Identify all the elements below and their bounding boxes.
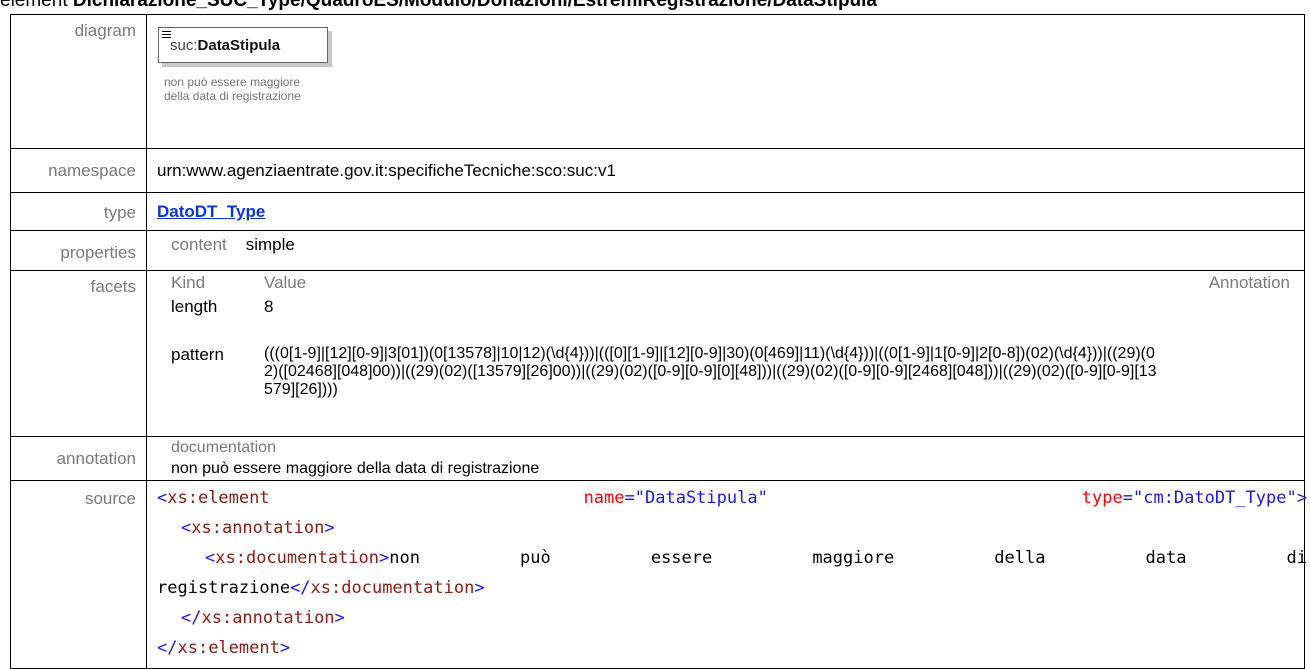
annotation-text: non può essere maggiore della data di re… (171, 460, 540, 477)
type-link[interactable]: DatoDT_Type (157, 202, 265, 221)
row-source: source <xs:element name="DataStipula" ty… (10, 480, 1307, 669)
src-attr-name: name (583, 488, 625, 508)
namespace-value: urn:www.agenziaentrate.gov.it:specifiche… (146, 148, 1305, 193)
annotation-label: documentation (171, 439, 276, 456)
src-doc-text-end: registrazione (157, 578, 291, 598)
row-facets: facets Kind Value Annotation length 8 pa… (10, 270, 1305, 437)
row-properties: properties content simple (10, 230, 1305, 271)
facet-header-kind: Kind (171, 273, 206, 292)
src-tag-annotation-open: xs:annotation (191, 518, 325, 538)
src-tag-documentation-close: xs:documentation (310, 578, 475, 598)
diagram-figure: suc:DataStipula non può essere maggiore … (158, 27, 328, 103)
heading-prefix: element (0, 0, 73, 11)
src-tag-annotation-close: xs:annotation (201, 608, 335, 628)
properties-cell: content simple (146, 230, 1305, 271)
row-type: type DatoDT_Type (10, 192, 1305, 231)
source-line-1: <xs:element name="DataStipula" type="cm:… (157, 488, 1307, 508)
facet-header-value: Value (264, 273, 307, 292)
src-word: non (389, 548, 420, 568)
row-namespace: namespace urn:www.agenziaentrate.gov.it:… (10, 148, 1305, 193)
src-tag-element-open: xs:element (167, 488, 270, 508)
source-line-3: <xs:documentation>non può essere maggior… (157, 543, 1307, 573)
row-annotation: annotation documentation non può essere … (10, 436, 1305, 481)
node-prefix: suc: (170, 37, 198, 54)
row-diagram: diagram suc:DataStipula non può essere m… (10, 14, 1305, 149)
src-val-name: "DataStipula" (634, 488, 768, 508)
facets-cell: Kind Value Annotation length 8 pattern (… (146, 270, 1305, 437)
label-annotation: annotation (10, 436, 147, 481)
source-line-5: </xs:annotation> (181, 608, 345, 628)
source-line-2: <xs:annotation> (181, 518, 335, 538)
label-source: source (10, 480, 147, 669)
prop-key: content (171, 235, 227, 254)
facets-table: Kind Value Annotation length 8 pattern (… (157, 273, 1304, 435)
source-line-6: </xs:element> (157, 638, 291, 658)
src-word: essere (650, 548, 713, 568)
facet-length-kind: length (171, 297, 218, 316)
node-label: suc:DataStipula (170, 37, 280, 54)
facet-pattern-kind: pattern (171, 345, 224, 364)
source-line-4: registrazione</xs:documentation> (157, 578, 485, 598)
src-word: di (1286, 548, 1308, 568)
facet-length-value: 8 (264, 297, 274, 316)
label-facets: facets (10, 270, 147, 437)
label-diagram: diagram (10, 14, 147, 149)
facet-pattern-value: (((0[1-9]|[12][0-9]|3[01])(0[13578]|10|1… (264, 345, 1157, 398)
node-name: DataStipula (197, 37, 281, 54)
diagram-note-line2: della data di registrazione (164, 89, 301, 103)
label-properties: properties (10, 230, 147, 271)
prop-value: simple (245, 235, 295, 254)
src-tag-documentation-open: xs:documentation (215, 548, 380, 568)
src-word: della (994, 548, 1046, 568)
diagram-cell: suc:DataStipula non può essere maggiore … (146, 14, 1305, 149)
element-doc-table: diagram suc:DataStipula non può essere m… (10, 14, 1307, 669)
element-node[interactable]: suc:DataStipula (158, 27, 328, 63)
page-heading: element Dichiarazione_SUC_Type/QuadroES/… (0, 0, 877, 12)
src-word: data (1145, 548, 1187, 568)
label-namespace: namespace (10, 148, 147, 193)
source-code: <xs:element name="DataStipula" type="cm:… (146, 480, 1307, 669)
diagram-note-line1: non può essere maggiore (164, 75, 301, 89)
heading-path: Dichiarazione_SUC_Type/QuadroES/Modulo/D… (72, 0, 877, 11)
facet-header-annotation: Annotation (1208, 273, 1290, 292)
src-tag-element-close: xs:element (177, 638, 280, 658)
src-word: può (520, 548, 551, 568)
diagram-note: non può essere maggiore della data di re… (164, 75, 328, 103)
src-word: maggiore (812, 548, 895, 568)
label-type: type (10, 192, 147, 231)
src-attr-type: type (1081, 488, 1123, 508)
annotation-cell: documentation non può essere maggiore de… (146, 436, 1305, 481)
src-val-type: "cm:DatoDT_Type" (1132, 488, 1297, 508)
